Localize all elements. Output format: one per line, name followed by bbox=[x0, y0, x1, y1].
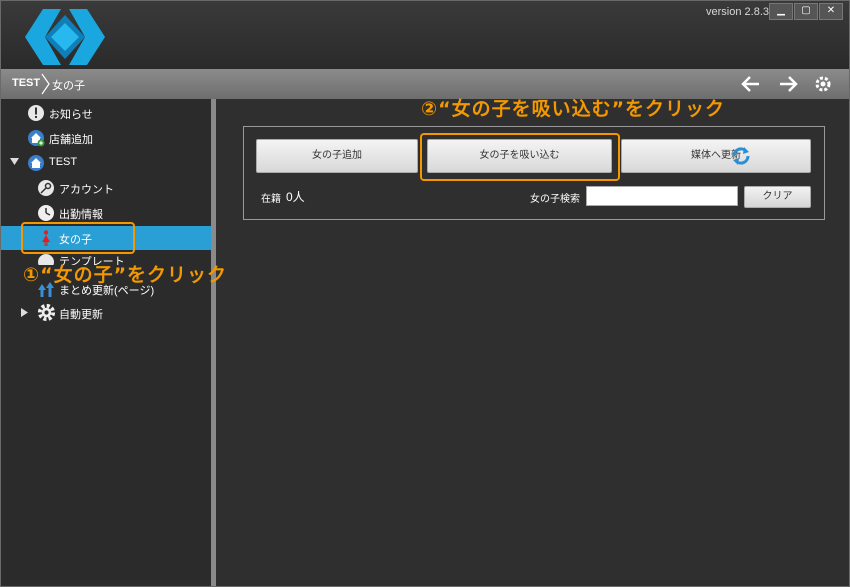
expanded-caret-icon[interactable] bbox=[10, 158, 19, 165]
sidebar-item-label: お知らせ bbox=[49, 109, 93, 121]
app-window: version 2.8.3 ▁ ▢ ✕ TEST 女の子 お知らせ 店舗追加 T… bbox=[0, 0, 850, 587]
sidebar-item-label: TEST bbox=[49, 156, 78, 168]
search-label: 女の子検索 bbox=[530, 194, 580, 205]
step2-annotation: ②“女の子を吸い込む”をクリック bbox=[421, 98, 726, 120]
breadcrumb-chevron-icon bbox=[41, 73, 50, 95]
sidebar-item-account[interactable]: アカウント bbox=[1, 176, 211, 200]
sidebar-item-label: 自動更新 bbox=[59, 309, 103, 321]
enrolled-count: 0人 bbox=[286, 190, 305, 204]
info-icon bbox=[28, 105, 44, 121]
girl-search-input[interactable] bbox=[586, 186, 738, 206]
key-icon bbox=[38, 180, 54, 196]
home-add-icon bbox=[28, 130, 45, 147]
sidebar-item-notice[interactable]: お知らせ bbox=[1, 101, 211, 125]
step1-annotation: ①“女の子”をクリック bbox=[23, 264, 228, 286]
sidebar: お知らせ 店舗追加 TEST アカウント 出勤情報 女の子 テンプレート まとめ… bbox=[1, 99, 211, 586]
back-arrow-icon[interactable] bbox=[740, 73, 762, 95]
gear-icon bbox=[37, 303, 56, 322]
breadcrumb-current: 女の子 bbox=[52, 80, 85, 92]
settings-gear-icon[interactable] bbox=[812, 73, 834, 95]
home-icon bbox=[28, 155, 44, 171]
refresh-icon bbox=[732, 147, 750, 165]
sidebar-item-auto-update[interactable]: 自動更新 bbox=[1, 301, 211, 325]
sidebar-item-label: 出勤情報 bbox=[59, 209, 103, 221]
enrolled-label: 在籍 bbox=[261, 194, 281, 205]
sidebar-item-test[interactable]: TEST bbox=[1, 151, 211, 175]
close-button[interactable]: ✕ bbox=[819, 3, 843, 20]
breadcrumb-root[interactable]: TEST bbox=[12, 77, 40, 89]
add-girl-button[interactable]: 女の子追加 bbox=[256, 139, 418, 173]
title-bar: version 2.8.3 ▁ ▢ ✕ bbox=[1, 1, 849, 69]
version-text: version 2.8.3 bbox=[706, 6, 769, 18]
sidebar-splitter[interactable] bbox=[211, 99, 216, 586]
highlight-import-button bbox=[420, 133, 620, 181]
clock-icon bbox=[38, 205, 54, 221]
collapsed-caret-icon[interactable] bbox=[21, 308, 28, 317]
sidebar-item-label: アカウント bbox=[59, 184, 114, 196]
maximize-button[interactable]: ▢ bbox=[794, 3, 818, 20]
highlight-girls-item bbox=[21, 222, 135, 254]
clear-button[interactable]: クリア bbox=[744, 186, 811, 208]
minimize-button[interactable]: ▁ bbox=[769, 3, 793, 20]
sidebar-item-label: 店舗追加 bbox=[49, 134, 93, 146]
app-logo-icon bbox=[25, 9, 105, 65]
update-media-button[interactable]: 媒体へ更新 bbox=[621, 139, 811, 173]
sidebar-item-add-store[interactable]: 店舗追加 bbox=[1, 126, 211, 150]
forward-arrow-icon[interactable] bbox=[777, 73, 799, 95]
